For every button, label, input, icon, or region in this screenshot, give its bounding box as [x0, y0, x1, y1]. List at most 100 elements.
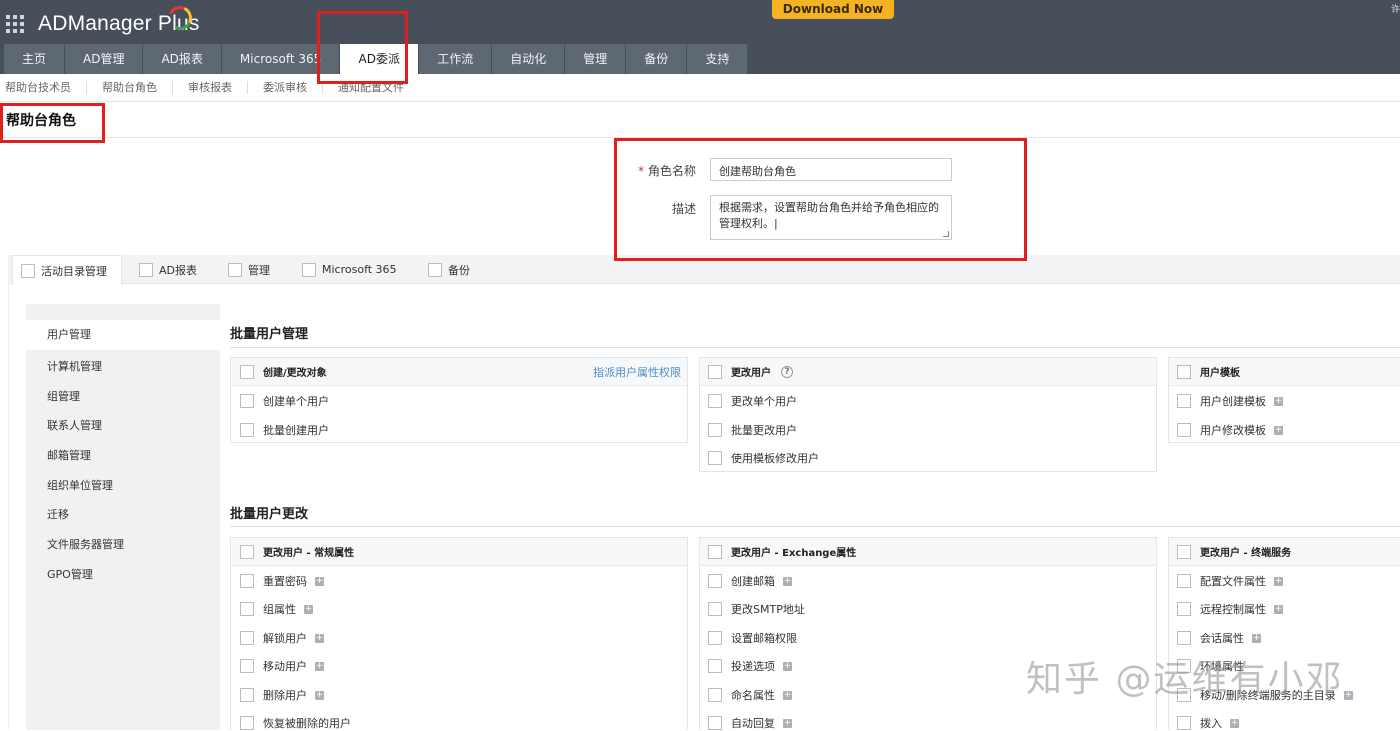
side-item-file-server-management[interactable]: 文件服务器管理	[47, 536, 124, 552]
expand-icon[interactable]: +	[1274, 396, 1283, 406]
side-item-ou-management[interactable]: 组织单位管理	[47, 477, 113, 493]
card-header[interactable]: 更改用户 - 终端服务	[1177, 544, 1291, 559]
expand-icon[interactable]: +	[1274, 604, 1283, 614]
subnav-delegation-audit[interactable]: 委派审核	[248, 81, 323, 94]
checkbox[interactable]	[708, 451, 722, 465]
expand-icon[interactable]: +	[783, 690, 792, 700]
category-backup[interactable]: 备份	[428, 255, 470, 284]
tab-workflow[interactable]: 工作流	[419, 44, 492, 74]
permission-item[interactable]: 批量创建用户	[240, 422, 329, 438]
permission-item[interactable]: 删除用户 +	[240, 687, 324, 703]
checkbox[interactable]	[708, 423, 722, 437]
expand-icon[interactable]: +	[1343, 690, 1353, 700]
checkbox[interactable]	[302, 262, 316, 277]
permission-item[interactable]: 自动回复 +	[708, 715, 792, 731]
checkbox[interactable]	[1177, 716, 1191, 730]
tab-backup[interactable]: 备份	[626, 44, 687, 74]
tab-home[interactable]: 主页	[4, 44, 65, 74]
expand-icon[interactable]: +	[1230, 718, 1239, 728]
checkbox[interactable]	[240, 423, 254, 437]
permission-item[interactable]: 创建单个用户	[240, 393, 329, 409]
checkbox[interactable]	[1177, 544, 1191, 559]
expand-icon[interactable]: +	[315, 690, 324, 700]
permission-item[interactable]: 投递选项 +	[708, 658, 792, 674]
card-header[interactable]: 用户模板	[1177, 364, 1240, 379]
permission-item[interactable]: 配置文件属性 +	[1177, 573, 1283, 589]
expand-icon[interactable]: +	[315, 661, 324, 671]
card-header[interactable]: 创建/更改对象	[240, 364, 327, 379]
permission-item[interactable]: 用户创建模板 +	[1177, 393, 1283, 409]
permission-item[interactable]: 更改SMTP地址	[708, 601, 805, 617]
expand-icon[interactable]: +	[315, 633, 324, 643]
checkbox[interactable]	[708, 716, 722, 730]
side-item-mailbox-management[interactable]: 邮箱管理	[47, 447, 91, 463]
checkbox[interactable]	[240, 688, 254, 702]
permission-item[interactable]: 移动用户 +	[240, 658, 324, 674]
permission-item[interactable]: 恢复被删除的用户	[240, 715, 351, 731]
side-item-gpo-management[interactable]: GPO管理	[47, 566, 93, 582]
permission-item[interactable]: 远程控制属性 +	[1177, 601, 1283, 617]
permission-item[interactable]: 使用模板修改用户	[708, 450, 819, 466]
tab-ad-management[interactable]: AD管理	[65, 44, 143, 74]
expand-icon[interactable]: +	[783, 576, 792, 586]
checkbox[interactable]	[708, 688, 722, 702]
tab-admin[interactable]: 管理	[565, 44, 626, 74]
checkbox[interactable]	[1177, 394, 1191, 408]
checkbox[interactable]	[240, 574, 254, 588]
category-admin[interactable]: 管理	[228, 255, 270, 284]
checkbox[interactable]	[240, 544, 254, 559]
checkbox[interactable]	[228, 262, 242, 277]
expand-icon[interactable]: +	[304, 604, 313, 614]
checkbox[interactable]	[1177, 602, 1191, 616]
checkbox[interactable]	[708, 394, 722, 408]
permission-item[interactable]: 创建邮箱 +	[708, 573, 792, 589]
checkbox[interactable]	[1177, 631, 1191, 645]
expand-icon[interactable]: +	[1274, 576, 1283, 586]
checkbox[interactable]	[240, 631, 254, 645]
help-icon[interactable]: ?	[781, 365, 793, 378]
checkbox[interactable]	[1177, 423, 1191, 437]
tab-ad-reports[interactable]: AD报表	[143, 44, 221, 74]
side-item-user-management[interactable]: 用户管理	[26, 320, 220, 350]
checkbox[interactable]	[708, 631, 722, 645]
permission-item[interactable]: 会话属性 +	[1177, 630, 1261, 646]
permission-item[interactable]: 命名属性 +	[708, 687, 792, 703]
permission-item[interactable]: 更改单个用户	[708, 393, 797, 409]
expand-icon[interactable]: +	[315, 576, 324, 586]
permission-item[interactable]: 重置密码 +	[240, 573, 324, 589]
expand-icon[interactable]: +	[1274, 425, 1283, 435]
checkbox[interactable]	[240, 716, 254, 730]
permission-item[interactable]: 设置邮箱权限	[708, 630, 797, 646]
subnav-audit-reports[interactable]: 审核报表	[173, 81, 248, 94]
category-microsoft-365[interactable]: Microsoft 365	[302, 255, 397, 284]
checkbox[interactable]	[1177, 364, 1191, 379]
permission-item[interactable]: 批量更改用户	[708, 422, 797, 438]
permission-item[interactable]: 组属性 +	[240, 601, 313, 617]
subnav-helpdesk-technicians[interactable]: 帮助台技术员	[0, 81, 87, 94]
category-ad-reports[interactable]: AD报表	[139, 255, 197, 284]
side-item-computer-management[interactable]: 计算机管理	[47, 358, 102, 374]
category-ad-management[interactable]: 活动目录管理	[12, 255, 122, 285]
card-header[interactable]: 更改用户?	[708, 364, 793, 379]
side-item-contact-management[interactable]: 联系人管理	[47, 417, 102, 433]
checkbox[interactable]	[708, 602, 722, 616]
checkbox[interactable]	[21, 263, 35, 278]
card-header[interactable]: 更改用户 - Exchange属性	[708, 544, 856, 559]
expand-icon[interactable]: +	[1252, 633, 1261, 643]
assign-user-attribute-permission-link[interactable]: 指派用户属性权限	[593, 364, 681, 380]
checkbox[interactable]	[240, 364, 254, 379]
permission-item[interactable]: 拨入 +	[1177, 715, 1239, 731]
expand-icon[interactable]: +	[783, 718, 792, 728]
checkbox[interactable]	[1177, 574, 1191, 588]
checkbox[interactable]	[708, 574, 722, 588]
permission-item[interactable]: 解锁用户 +	[240, 630, 324, 646]
tab-automation[interactable]: 自动化	[492, 44, 565, 74]
checkbox[interactable]	[139, 262, 153, 277]
side-item-migration[interactable]: 迁移	[47, 506, 69, 522]
checkbox[interactable]	[708, 544, 722, 559]
download-now-button[interactable]: Download Now	[772, 0, 894, 19]
tab-support[interactable]: 支持	[687, 44, 748, 74]
permission-item[interactable]: 用户修改模板 +	[1177, 422, 1283, 438]
expand-icon[interactable]: +	[783, 661, 792, 671]
side-item-group-management[interactable]: 组管理	[47, 388, 80, 404]
